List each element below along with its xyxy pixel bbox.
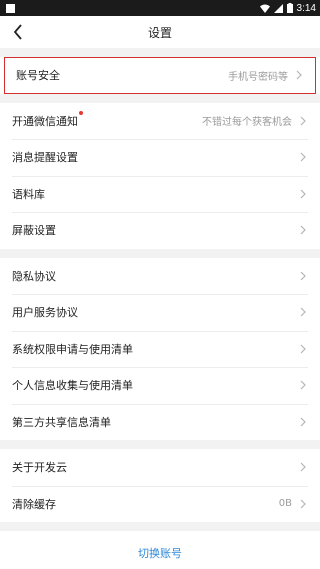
settings-group-about: 关于开发云 清除缓存 0B bbox=[0, 449, 320, 522]
chevron-right-icon bbox=[298, 344, 308, 354]
row-label: 清除缓存 bbox=[12, 497, 56, 511]
row-label: 隐私协议 bbox=[12, 269, 56, 283]
settings-row-third-party[interactable]: 第三方共享信息清单 bbox=[0, 403, 320, 441]
row-value: 不错过每个获客机会 bbox=[202, 117, 292, 129]
settings-group-legal: 隐私协议 用户服务协议 系统权限申请与使用清单 个人信息收集与使用清单 第三方共… bbox=[0, 257, 320, 441]
chevron-right-icon bbox=[298, 271, 308, 281]
row-label: 开通微信通知 bbox=[12, 110, 83, 129]
settings-row-permissions[interactable]: 系统权限申请与使用清单 bbox=[0, 330, 320, 368]
settings-row-corpus[interactable]: 语料库 bbox=[0, 175, 320, 213]
settings-row-about[interactable]: 关于开发云 bbox=[0, 449, 320, 486]
row-label: 语料库 bbox=[12, 187, 45, 201]
settings-row-user-agreement[interactable]: 用户服务协议 bbox=[0, 294, 320, 331]
chevron-left-icon bbox=[13, 24, 22, 40]
settings-row-clear-cache[interactable]: 清除缓存 0B bbox=[0, 485, 320, 523]
switch-account-button[interactable]: 切换账号 bbox=[0, 531, 320, 569]
settings-group-notifications: 开通微信通知 不错过每个获客机会 消息提醒设置 语料库 屏蔽设置 bbox=[0, 102, 320, 249]
row-value: 手机号密码等 bbox=[228, 71, 288, 83]
settings-row-wechat-notify[interactable]: 开通微信通知 不错过每个获客机会 bbox=[0, 103, 320, 140]
wifi-icon bbox=[259, 4, 270, 13]
settings-row-personal-info[interactable]: 个人信息收集与使用清单 bbox=[0, 367, 320, 404]
row-label: 屏蔽设置 bbox=[12, 224, 56, 238]
status-bar: 3:14 bbox=[0, 0, 320, 16]
signal-icon bbox=[273, 3, 283, 13]
chevron-right-icon bbox=[298, 189, 308, 199]
chevron-right-icon bbox=[298, 152, 308, 162]
settings-row-message-reminder[interactable]: 消息提醒设置 bbox=[0, 139, 320, 176]
page-title: 设置 bbox=[147, 25, 172, 40]
back-button[interactable] bbox=[6, 16, 30, 48]
chevron-right-icon bbox=[298, 380, 308, 390]
battery-icon bbox=[286, 3, 293, 13]
chevron-right-icon bbox=[298, 499, 308, 509]
row-label: 关于开发云 bbox=[12, 461, 67, 475]
row-label: 账号安全 bbox=[16, 69, 60, 83]
chevron-right-icon bbox=[298, 116, 308, 126]
status-time: 3:14 bbox=[296, 2, 316, 14]
chevron-right-icon bbox=[298, 417, 308, 427]
notification-icon bbox=[6, 3, 15, 13]
row-label: 消息提醒设置 bbox=[12, 151, 78, 165]
settings-row-account-security[interactable]: 账号安全 手机号密码等 bbox=[4, 57, 316, 94]
chevron-right-icon bbox=[298, 225, 308, 235]
row-value: 0B bbox=[278, 498, 292, 510]
header: 设置 bbox=[0, 16, 320, 48]
chevron-right-icon bbox=[294, 70, 304, 80]
chevron-right-icon bbox=[298, 462, 308, 472]
row-label: 用户服务协议 bbox=[12, 306, 78, 320]
chevron-right-icon bbox=[298, 307, 308, 317]
settings-group-account: 账号安全 手机号密码等 bbox=[0, 57, 320, 94]
row-label: 系统权限申请与使用清单 bbox=[12, 342, 133, 356]
row-label: 第三方共享信息清单 bbox=[12, 415, 111, 429]
red-dot-badge bbox=[79, 110, 83, 115]
switch-account-label: 切换账号 bbox=[138, 547, 182, 560]
row-label: 个人信息收集与使用清单 bbox=[12, 379, 133, 393]
settings-row-block[interactable]: 屏蔽设置 bbox=[0, 212, 320, 249]
settings-row-privacy[interactable]: 隐私协议 bbox=[0, 258, 320, 295]
